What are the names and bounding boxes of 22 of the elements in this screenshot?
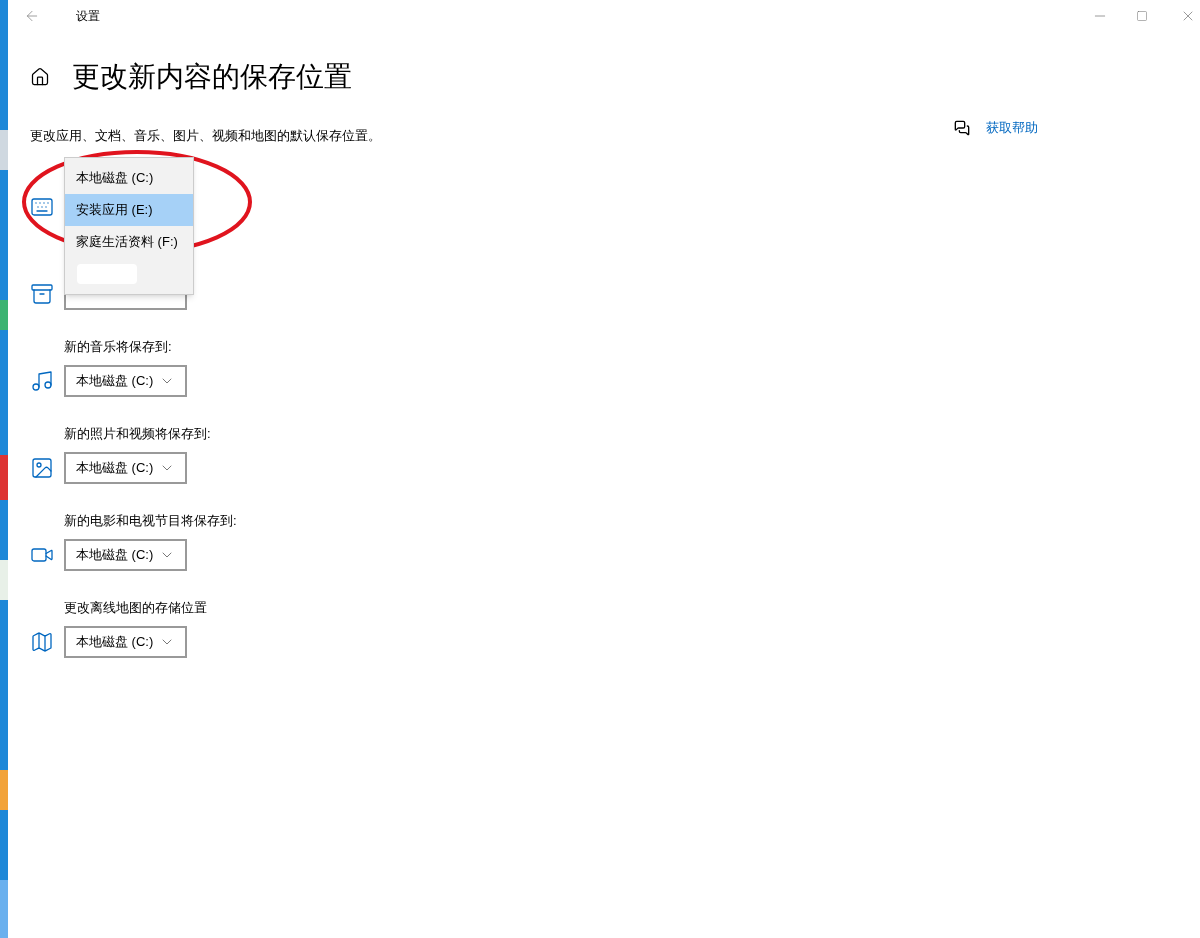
drawer-icon — [30, 281, 54, 306]
drive-dropdown[interactable]: 本地磁盘 (C:) — [64, 538, 187, 571]
maximize-icon[interactable] — [1136, 10, 1148, 22]
drive-dropdown[interactable]: 本地磁盘 (C:) — [64, 364, 187, 397]
setting-label: 更改离线地图的存储位置 — [64, 598, 207, 617]
help-chat-icon — [954, 119, 970, 136]
setting-label: 新的照片和视频将保存到: — [64, 424, 211, 443]
description-text: 更改应用、文档、音乐、图片、视频和地图的默认保存位置。 — [30, 127, 381, 145]
dropdown-option[interactable]: 安装应用 (E:) — [65, 194, 193, 226]
drive-dropdown[interactable]: 本地磁盘 (C:) — [64, 625, 187, 658]
dropdown-option[interactable]: 家庭生活资料 (F:) — [65, 226, 193, 258]
setting-label: 新的电影和电视节目将保存到: — [64, 511, 237, 530]
drive-dropdown[interactable]: 本地磁盘 (C:) — [64, 451, 187, 484]
image-icon — [30, 455, 54, 480]
page-heading: 更改新内容的保存位置 — [72, 60, 352, 94]
music-note-icon — [30, 368, 54, 393]
help-link[interactable]: 获取帮助 — [986, 118, 1038, 138]
dropdown-option[interactable]: 本地磁盘 (C:) — [65, 162, 193, 194]
setting-label: 新的音乐将保存到: — [64, 337, 172, 356]
window-title: 设置 — [76, 8, 100, 25]
back-icon[interactable] — [24, 8, 40, 24]
home-icon[interactable] — [30, 67, 50, 87]
